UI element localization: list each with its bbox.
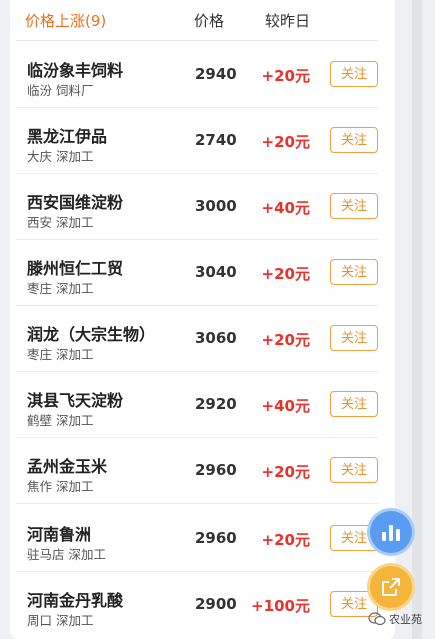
watermark: 农业苑 (368, 611, 422, 627)
wechat-icon (368, 612, 386, 626)
list-item[interactable]: 黑龙江伊品 大庆 深加工 2740 +20元 关注 (16, 107, 378, 174)
price-change: +100元 (251, 597, 310, 615)
price-value: 2940 (195, 65, 237, 83)
bar-chart-icon (382, 525, 400, 541)
page-scrollbar[interactable] (412, 0, 422, 639)
company-name: 黑龙江伊品 (27, 127, 108, 146)
list-item[interactable]: 临汾象丰饲料 临汾 饲料厂 2940 +20元 关注 (16, 41, 378, 108)
company-name: 河南鲁洲 (27, 525, 92, 544)
price-change: +20元 (261, 265, 310, 283)
follow-button[interactable]: 关注 (330, 61, 378, 87)
list-item[interactable]: 河南鲁洲 驻马店 深加工 2960 +20元 关注 (16, 505, 378, 572)
price-value: 3040 (195, 263, 237, 281)
company-location-type: 周口 深加工 (27, 613, 94, 628)
list-item[interactable]: 河南金丹乳酸 周口 深加工 2900 +100元 关注 (16, 571, 378, 637)
share-fab-button[interactable] (370, 566, 412, 608)
company-location-type: 鹤壁 深加工 (27, 413, 94, 428)
chart-fab-button[interactable] (370, 511, 412, 553)
follow-button[interactable]: 关注 (330, 457, 378, 483)
list-item[interactable]: 淇县飞天淀粉 鹤壁 深加工 2920 +40元 关注 (16, 371, 378, 438)
company-name: 淇县飞天淀粉 (27, 391, 124, 410)
company-name: 西安国维淀粉 (27, 193, 124, 212)
price-change: +20元 (261, 133, 310, 151)
company-location-type: 大庆 深加工 (27, 149, 94, 164)
list-item[interactable]: 润龙（大宗生物） 枣庄 深加工 3060 +20元 关注 (16, 305, 378, 372)
company-name: 滕州恒仁工贸 (27, 259, 124, 278)
company-name: 孟州金玉米 (27, 457, 108, 476)
list-item[interactable]: 孟州金玉米 焦作 深加工 2960 +20元 关注 (16, 437, 378, 504)
follow-button[interactable]: 关注 (330, 259, 378, 285)
list-header: 价格上涨(9) 价格 较昨日 (16, 0, 378, 41)
price-change: +20元 (261, 331, 310, 349)
company-location-type: 驻马店 深加工 (27, 547, 106, 562)
price-change: +20元 (261, 463, 310, 481)
company-location-type: 枣庄 深加工 (27, 281, 94, 296)
follow-button[interactable]: 关注 (330, 127, 378, 153)
follow-button[interactable]: 关注 (330, 325, 378, 351)
list-item[interactable]: 西安国维淀粉 西安 深加工 3000 +40元 关注 (16, 173, 378, 240)
price-value: 2740 (195, 131, 237, 149)
watermark-text: 农业苑 (389, 613, 422, 626)
list-title: 价格上涨(9) (25, 12, 107, 30)
price-value: 2960 (195, 529, 237, 547)
list-item[interactable]: 滕州恒仁工贸 枣庄 深加工 3040 +20元 关注 (16, 239, 378, 306)
price-change: +40元 (261, 397, 310, 415)
column-header-change: 较昨日 (265, 12, 311, 30)
column-header-price: 价格 (194, 12, 225, 30)
price-value: 2920 (195, 395, 237, 413)
follow-button[interactable]: 关注 (330, 193, 378, 219)
price-value: 3060 (195, 329, 237, 347)
company-location-type: 临汾 饲料厂 (27, 83, 94, 98)
company-location-type: 西安 深加工 (27, 215, 94, 230)
price-change: +40元 (261, 199, 310, 217)
follow-button[interactable]: 关注 (330, 391, 378, 417)
company-name: 河南金丹乳酸 (27, 591, 124, 610)
price-value: 3000 (195, 197, 237, 215)
price-value: 2900 (195, 595, 237, 613)
company-location-type: 枣庄 深加工 (27, 347, 94, 362)
company-name: 临汾象丰饲料 (27, 61, 124, 80)
price-change: +20元 (261, 531, 310, 549)
company-location-type: 焦作 深加工 (27, 479, 94, 494)
price-change: +20元 (261, 67, 310, 85)
company-name: 润龙（大宗生物） (27, 325, 156, 344)
share-icon (382, 578, 400, 596)
price-value: 2960 (195, 461, 237, 479)
